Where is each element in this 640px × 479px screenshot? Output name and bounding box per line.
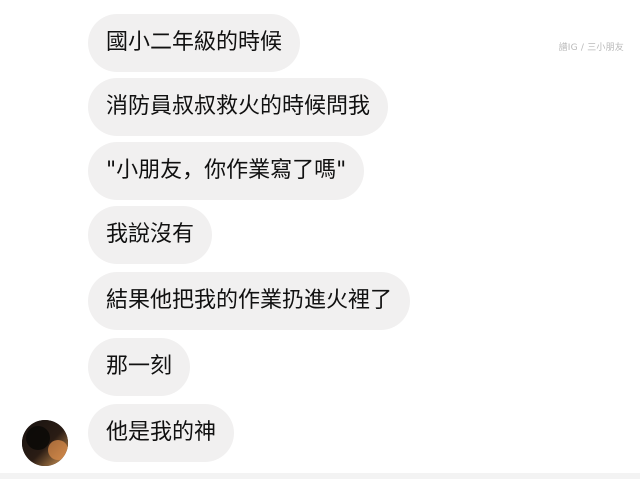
bottom-divider bbox=[0, 473, 640, 479]
message-text: 國小二年級的時候 bbox=[106, 30, 283, 55]
message-text: 他是我的神 bbox=[106, 420, 217, 445]
user-avatar-icon[interactable] bbox=[22, 420, 68, 466]
message-text: 我說沒有 bbox=[106, 222, 195, 247]
message-bubble-4[interactable]: 我說沒有 bbox=[88, 206, 213, 264]
message-bubble-1[interactable]: 國小二年級的時候 bbox=[88, 14, 301, 72]
message-bubble-5[interactable]: 結果他把我的作業扔進火裡了 bbox=[88, 272, 411, 330]
message-bubble-6[interactable]: 那一刻 bbox=[88, 338, 191, 396]
watermark-text: 譜IG / 三小朋友 bbox=[558, 43, 624, 53]
message-text: 消防員叔叔救火的時候問我 bbox=[106, 94, 371, 119]
message-bubble-7[interactable]: 他是我的神 bbox=[88, 404, 235, 462]
message-bubble-2[interactable]: 消防員叔叔救火的時候問我 bbox=[88, 78, 389, 136]
message-text: "小朋友，你作業寫了嗎" bbox=[106, 158, 347, 183]
message-text: 結果他把我的作業扔進火裡了 bbox=[106, 288, 393, 313]
message-bubble-3[interactable]: "小朋友，你作業寫了嗎" bbox=[88, 142, 365, 200]
message-text: 那一刻 bbox=[106, 354, 173, 379]
chat-thread: 譜IG / 三小朋友 國小二年級的時候 消防員叔叔救火的時候問我 "小朋友，你作… bbox=[0, 0, 640, 479]
